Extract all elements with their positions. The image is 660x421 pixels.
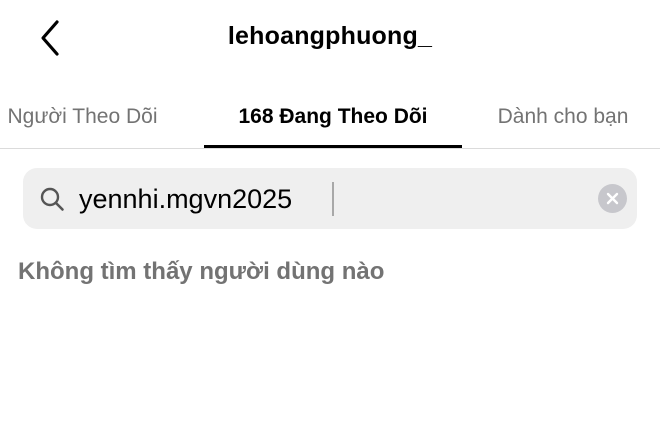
clear-search-button[interactable] bbox=[598, 184, 627, 213]
text-caret bbox=[332, 182, 334, 216]
search-input[interactable] bbox=[79, 178, 579, 220]
tab-followers[interactable]: Người Theo Dõi bbox=[0, 86, 185, 148]
header: lehoangphuong_ bbox=[0, 0, 660, 78]
clear-icon bbox=[606, 192, 619, 205]
search-icon bbox=[40, 187, 64, 211]
no-results-message: Không tìm thấy người dùng nào bbox=[18, 258, 385, 285]
tab-following[interactable]: 168 Đang Theo Dõi bbox=[204, 86, 462, 148]
active-tab-indicator bbox=[204, 145, 462, 148]
search-bar[interactable] bbox=[23, 168, 637, 229]
following-screen: lehoangphuong_ Người Theo Dõi 168 Đang T… bbox=[0, 0, 660, 421]
tab-for-you[interactable]: Dành cho bạn bbox=[478, 86, 648, 148]
profile-username-title: lehoangphuong_ bbox=[227, 22, 433, 50]
tab-bar: Người Theo Dõi 168 Đang Theo Dõi Dành ch… bbox=[0, 86, 660, 149]
